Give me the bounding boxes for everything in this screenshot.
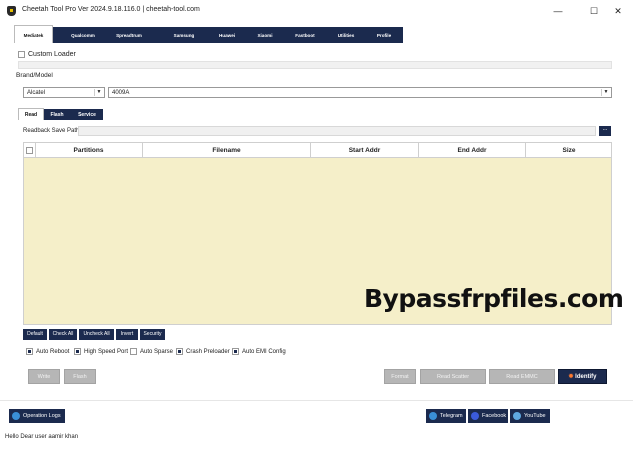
custom-loader-label: Custom Loader	[28, 51, 76, 58]
window-title: Cheetah Tool Pro Ver 2024.9.18.116.0 | c…	[22, 6, 200, 13]
minimize-icon[interactable]: —	[551, 4, 565, 18]
youtube-button[interactable]: YouTube	[510, 409, 550, 423]
facebook-button[interactable]: Facebook	[468, 409, 508, 423]
close-icon[interactable]: ✕	[611, 4, 625, 18]
subtab-flash[interactable]: Flash	[44, 109, 70, 120]
auto-sparse-label: Auto Sparse	[140, 349, 174, 355]
crash-preloader-checkbox[interactable]	[176, 348, 183, 355]
status-bar-text: Hello Dear user aamir khan	[5, 434, 79, 440]
write-button[interactable]: Write	[28, 369, 60, 384]
custom-loader-path[interactable]	[18, 61, 612, 69]
header-size[interactable]: Size	[526, 142, 612, 158]
tab-profile[interactable]: Profile	[364, 27, 404, 43]
invert-button[interactable]: Invert	[116, 329, 138, 340]
facebook-icon	[471, 412, 479, 420]
maximize-icon[interactable]: ☐	[587, 4, 601, 18]
header-filename[interactable]: Filename	[143, 142, 311, 158]
read-emmc-button[interactable]: Read EMMC	[489, 369, 555, 384]
tab-samsung[interactable]: Samsung	[164, 27, 204, 43]
telegram-label: Telegram	[440, 413, 463, 419]
readback-path-input[interactable]	[78, 126, 596, 136]
brand-select[interactable]: Alcatel ▼	[23, 87, 105, 98]
tab-xiaomi[interactable]: Xiaomi	[245, 27, 285, 43]
operation-logs-button[interactable]: Operation Logs	[9, 409, 65, 423]
subtab-read[interactable]: Read	[18, 108, 44, 120]
model-value: 4009A	[112, 90, 130, 96]
tab-fastboot[interactable]: Fastboot	[285, 27, 325, 43]
tab-qualcomm[interactable]: Qualcomm	[63, 27, 103, 43]
subtab-service[interactable]: Service	[71, 109, 103, 120]
chevron-down-icon: ▼	[601, 89, 610, 96]
brand-value: Alcatel	[27, 90, 46, 96]
readback-label: Readback Save Path	[23, 128, 80, 134]
format-button[interactable]: Format	[384, 369, 416, 384]
uncheck-all-button[interactable]: Uncheck All	[79, 329, 114, 340]
identify-label: Identify	[575, 374, 597, 380]
tab-mediatek[interactable]: Mediatek	[14, 25, 53, 43]
watermark-text: Bypassfrpfiles.com	[364, 284, 624, 313]
gear-icon: ✹	[568, 374, 574, 380]
model-select[interactable]: 4009A ▼	[108, 87, 612, 98]
youtube-icon	[513, 412, 521, 420]
security-button[interactable]: Security	[140, 329, 165, 340]
cheetah-app-icon	[7, 6, 16, 16]
auto-reboot-checkbox[interactable]	[26, 348, 33, 355]
select-all-checkbox[interactable]	[26, 147, 33, 154]
crash-preloader-label: Crash Preloader	[186, 349, 230, 355]
custom-loader-checkbox[interactable]	[18, 51, 25, 58]
telegram-icon	[429, 412, 437, 420]
chevron-down-icon: ▼	[94, 89, 103, 96]
high-speed-port-label: High Speed Port	[84, 349, 129, 355]
logs-icon	[12, 412, 20, 420]
auto-emi-config-checkbox[interactable]	[232, 348, 239, 355]
auto-sparse-checkbox[interactable]	[130, 348, 137, 355]
header-partitions[interactable]: Partitions	[35, 142, 143, 158]
high-speed-port-checkbox[interactable]	[74, 348, 81, 355]
facebook-label: Facebook	[482, 413, 507, 419]
identify-button[interactable]: ✹ Identify	[558, 369, 607, 384]
operation-logs-label: Operation Logs	[23, 413, 61, 419]
read-scatter-button[interactable]: Read Scatter	[420, 369, 486, 384]
browse-button[interactable]: ...	[599, 126, 611, 136]
telegram-button[interactable]: Telegram	[426, 409, 466, 423]
default-button[interactable]: Default	[23, 329, 47, 340]
flash-button[interactable]: Flash	[64, 369, 96, 384]
tab-spreadtrum[interactable]: Spreadtrum	[109, 27, 149, 43]
brand-model-label: Brand/Model	[16, 72, 53, 79]
tab-huawei[interactable]: Huawei	[207, 27, 247, 43]
footer-divider	[0, 400, 633, 401]
tab-utilities[interactable]: Utilities	[326, 27, 366, 43]
auto-reboot-label: Auto Reboot	[36, 349, 70, 355]
auto-emi-config-label: Auto EMI Config	[242, 349, 286, 355]
header-end-addr[interactable]: End Addr	[419, 142, 526, 158]
header-start-addr[interactable]: Start Addr	[311, 142, 419, 158]
check-all-button[interactable]: Check All	[49, 329, 77, 340]
youtube-label: YouTube	[524, 413, 546, 419]
